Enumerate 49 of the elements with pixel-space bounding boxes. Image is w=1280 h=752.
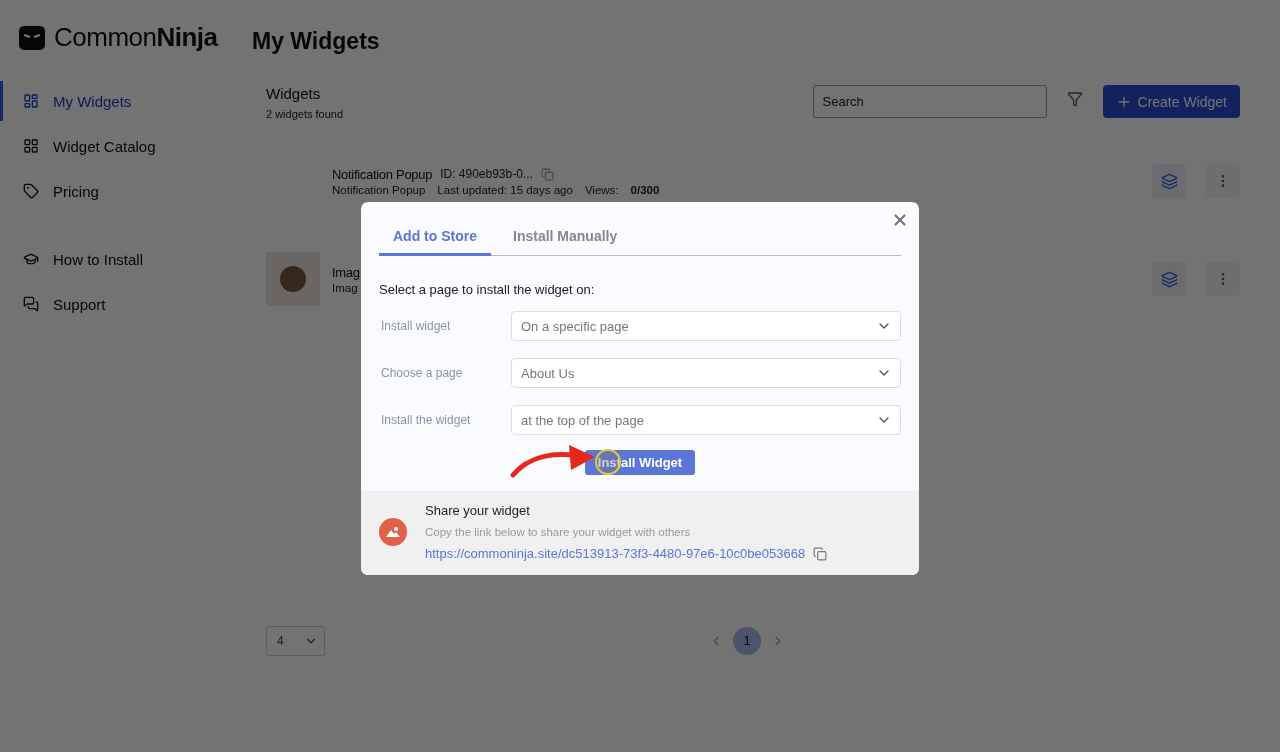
field-label: Install widget bbox=[380, 319, 452, 333]
photo-placeholder bbox=[266, 252, 320, 306]
instruction-text: Select a page to install the widget on: bbox=[379, 282, 596, 297]
nav-icon bbox=[23, 93, 39, 109]
dropdown-field[interactable]: About Us bbox=[511, 358, 901, 388]
logo-icon bbox=[18, 23, 46, 52]
nav-icon bbox=[23, 296, 39, 312]
page-button[interactable]: 1 bbox=[733, 627, 761, 655]
nav-icon bbox=[23, 183, 39, 199]
widget-count: 2 widgets found bbox=[266, 108, 345, 120]
search-field[interactable]: Search bbox=[812, 85, 1047, 118]
copy-icon[interactable] bbox=[813, 546, 828, 561]
views-count: 0/300 bbox=[630, 183, 660, 196]
layers-button[interactable] bbox=[1152, 262, 1186, 296]
tab[interactable]: Add to Store bbox=[379, 222, 491, 256]
sidebar-item[interactable]: Support bbox=[0, 284, 230, 324]
dropdown-field[interactable]: at the top of the page bbox=[511, 405, 901, 435]
layers-icon bbox=[1160, 270, 1178, 288]
create-widget-button[interactable]: Create Widget bbox=[1102, 85, 1240, 118]
layers-button[interactable] bbox=[1152, 164, 1186, 198]
nav-icon bbox=[23, 251, 39, 267]
page-size-select[interactable]: 4 bbox=[266, 626, 325, 656]
copy-icon[interactable] bbox=[540, 167, 554, 181]
field-label: Choose a page bbox=[380, 366, 464, 380]
field-label: Install the widget bbox=[380, 413, 472, 427]
page-title: My Widgets bbox=[252, 28, 381, 55]
layers-icon bbox=[1160, 172, 1178, 190]
widget-id: ID: 490eb93b-0... bbox=[440, 167, 533, 181]
share-title: Share your widget bbox=[425, 503, 531, 518]
image-icon bbox=[379, 518, 407, 546]
tab[interactable]: Install Manually bbox=[499, 222, 632, 256]
dropdown-field[interactable]: On a specific page bbox=[511, 311, 901, 341]
sidebar-item[interactable]: Pricing bbox=[0, 171, 230, 211]
views-label: Views: bbox=[584, 183, 619, 196]
filter-icon bbox=[1066, 91, 1083, 107]
nav-icon bbox=[23, 138, 39, 154]
widget-name[interactable]: Notification Popup bbox=[332, 166, 433, 182]
close-button[interactable] bbox=[891, 211, 909, 229]
widget-name[interactable]: Imag bbox=[332, 264, 360, 280]
sidebar-item[interactable]: How to Install bbox=[0, 239, 230, 279]
logo-text: CommonNinja bbox=[54, 22, 218, 53]
sidebar-item[interactable]: My Widgets bbox=[0, 81, 230, 121]
widget-type: Imag bbox=[332, 281, 358, 294]
sidebar-item[interactable]: Widget Catalog bbox=[0, 126, 230, 166]
share-description: Copy the link below to share your widget with others bbox=[425, 526, 692, 538]
widget-type: Notification Popup bbox=[332, 183, 426, 196]
section-title: Widgets bbox=[266, 85, 322, 102]
last-updated: Last updated: 15 days ago bbox=[437, 183, 573, 196]
share-link[interactable]: https://commoninja.site/dc513913-73f3-4480-97e6-10c0be053668 bbox=[425, 546, 806, 561]
